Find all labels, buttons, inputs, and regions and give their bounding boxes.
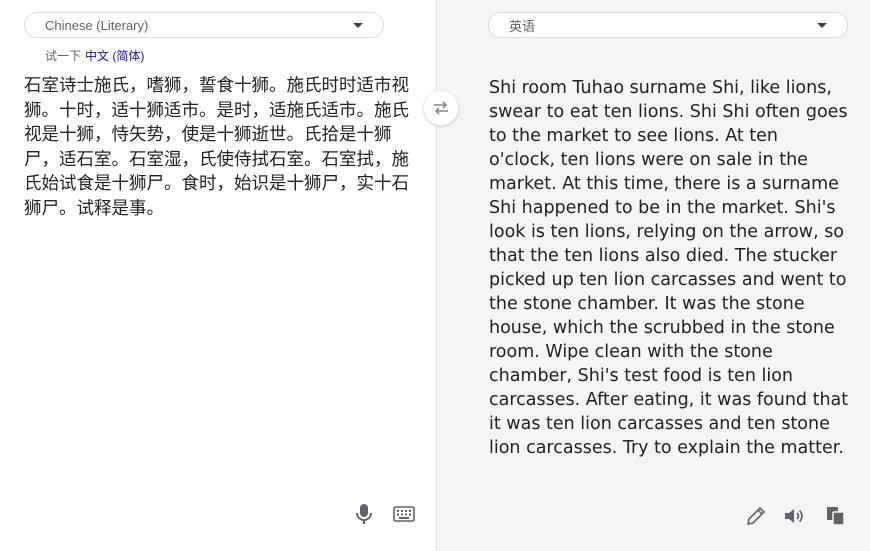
- chevron-down-icon: [817, 22, 827, 28]
- source-panel: Chinese (Literary) 试一下 中文 (简体) 石室诗士施氏，嗜狮，…: [0, 0, 437, 551]
- chevron-down-icon: [353, 22, 363, 28]
- copy-icon[interactable]: [823, 503, 849, 529]
- source-language-label: Chinese (Literary): [45, 17, 149, 33]
- source-textarea[interactable]: 石室诗士施氏，嗜狮，誓食十狮。施氏时时适市视狮。十时，适十狮适市。是时，适施氏适…: [24, 74, 419, 221]
- speaker-icon[interactable]: [782, 503, 808, 529]
- target-panel: 英语 Shi room Tuhao surname Shi, like lion…: [437, 0, 870, 551]
- swap-arrows-icon: [434, 101, 448, 115]
- suggestion-link[interactable]: 中文 (简体): [85, 49, 144, 63]
- translate-app: Chinese (Literary) 试一下 中文 (简体) 石室诗士施氏，嗜狮，…: [0, 0, 870, 551]
- pencil-icon[interactable]: [743, 503, 769, 529]
- suggestion-prefix: 试一下: [45, 49, 82, 63]
- translation-output: Shi room Tuhao surname Shi, like lions, …: [489, 78, 849, 458]
- target-language-label: 英语: [509, 18, 536, 34]
- language-suggestion: 试一下 中文 (简体): [45, 47, 144, 64]
- target-language-select[interactable]: 英语: [488, 12, 848, 38]
- keyboard-icon[interactable]: [391, 501, 417, 527]
- swap-languages-button[interactable]: [423, 90, 459, 126]
- microphone-icon[interactable]: [351, 501, 377, 527]
- source-language-select[interactable]: Chinese (Literary): [24, 12, 384, 38]
